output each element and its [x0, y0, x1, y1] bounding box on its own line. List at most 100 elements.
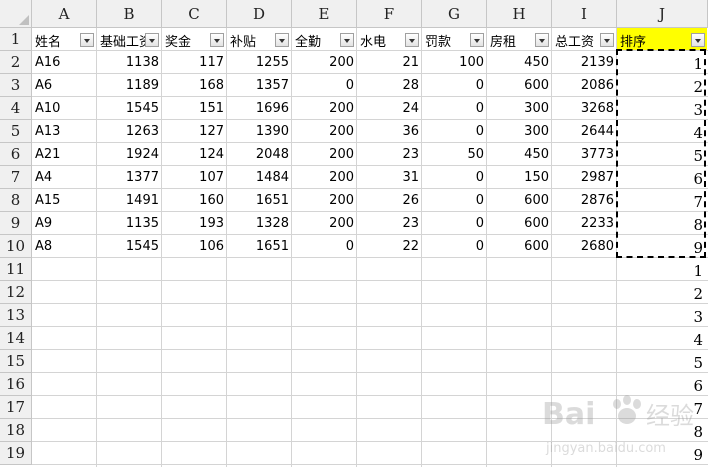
row-header-16[interactable]: 16: [0, 373, 32, 396]
row-header-11[interactable]: 11: [0, 258, 32, 281]
data-cell[interactable]: 22: [357, 235, 422, 257]
data-cell[interactable]: 151: [162, 97, 227, 119]
data-cell[interactable]: 2086: [552, 74, 617, 96]
data-cell[interactable]: 2233: [552, 212, 617, 234]
data-cell[interactable]: 100: [422, 51, 487, 73]
column-header-C[interactable]: C: [162, 0, 227, 28]
column-header-I[interactable]: I: [552, 0, 617, 28]
data-cell[interactable]: 0: [422, 235, 487, 257]
data-cell[interactable]: 3268: [552, 97, 617, 119]
sort-number-cell[interactable]: 1: [617, 258, 708, 280]
data-cell[interactable]: 5: [617, 143, 708, 165]
data-cell[interactable]: 0: [422, 189, 487, 211]
header-cell[interactable]: 奖金: [162, 28, 227, 50]
data-cell[interactable]: 1651: [227, 189, 292, 211]
data-cell[interactable]: 0: [422, 212, 487, 234]
row-header-19[interactable]: 19: [0, 442, 32, 465]
header-cell[interactable]: 房租: [487, 28, 552, 50]
data-cell[interactable]: 4: [617, 120, 708, 142]
row-header-18[interactable]: 18: [0, 419, 32, 442]
data-cell[interactable]: 1545: [97, 97, 162, 119]
data-cell[interactable]: 26: [357, 189, 422, 211]
data-cell[interactable]: 50: [422, 143, 487, 165]
data-cell[interactable]: 2987: [552, 166, 617, 188]
data-cell[interactable]: 2680: [552, 235, 617, 257]
data-cell[interactable]: 2644: [552, 120, 617, 142]
data-cell[interactable]: A16: [32, 51, 97, 73]
column-header-E[interactable]: E: [292, 0, 357, 28]
data-cell[interactable]: 600: [487, 212, 552, 234]
filter-dropdown-icon[interactable]: [600, 33, 614, 47]
data-cell[interactable]: A6: [32, 74, 97, 96]
data-cell[interactable]: 1390: [227, 120, 292, 142]
data-cell[interactable]: 600: [487, 74, 552, 96]
data-cell[interactable]: 0: [422, 74, 487, 96]
header-cell[interactable]: 总工资: [552, 28, 617, 50]
header-cell[interactable]: 排序: [617, 28, 708, 50]
data-cell[interactable]: A13: [32, 120, 97, 142]
row-header-9[interactable]: 9: [0, 212, 32, 235]
data-cell[interactable]: 9: [617, 235, 708, 257]
data-cell[interactable]: 31: [357, 166, 422, 188]
column-header-J[interactable]: J: [617, 0, 708, 28]
data-cell[interactable]: 1: [617, 51, 708, 73]
data-cell[interactable]: 450: [487, 51, 552, 73]
data-cell[interactable]: 450: [487, 143, 552, 165]
row-header-7[interactable]: 7: [0, 166, 32, 189]
data-cell[interactable]: 1924: [97, 143, 162, 165]
filter-dropdown-icon[interactable]: [405, 33, 419, 47]
row-header-8[interactable]: 8: [0, 189, 32, 212]
data-cell[interactable]: 193: [162, 212, 227, 234]
data-cell[interactable]: A15: [32, 189, 97, 211]
row-header-4[interactable]: 4: [0, 97, 32, 120]
data-cell[interactable]: 1255: [227, 51, 292, 73]
data-cell[interactable]: 3773: [552, 143, 617, 165]
data-cell[interactable]: A10: [32, 97, 97, 119]
data-cell[interactable]: 0: [422, 97, 487, 119]
data-cell[interactable]: 200: [292, 51, 357, 73]
row-header-5[interactable]: 5: [0, 120, 32, 143]
filter-dropdown-icon[interactable]: [340, 33, 354, 47]
data-cell[interactable]: 36: [357, 120, 422, 142]
data-cell[interactable]: 107: [162, 166, 227, 188]
data-cell[interactable]: 3: [617, 97, 708, 119]
data-cell[interactable]: 0: [422, 120, 487, 142]
data-cell[interactable]: A4: [32, 166, 97, 188]
header-cell[interactable]: 水电: [357, 28, 422, 50]
data-cell[interactable]: 124: [162, 143, 227, 165]
data-cell[interactable]: 200: [292, 143, 357, 165]
data-cell[interactable]: A21: [32, 143, 97, 165]
data-cell[interactable]: 1545: [97, 235, 162, 257]
data-cell[interactable]: 106: [162, 235, 227, 257]
header-cell[interactable]: 基础工资: [97, 28, 162, 50]
data-cell[interactable]: 8: [617, 212, 708, 234]
header-cell[interactable]: 全勤: [292, 28, 357, 50]
data-cell[interactable]: 117: [162, 51, 227, 73]
data-cell[interactable]: 1484: [227, 166, 292, 188]
data-cell[interactable]: 200: [292, 212, 357, 234]
data-cell[interactable]: 200: [292, 189, 357, 211]
row-header-14[interactable]: 14: [0, 327, 32, 350]
row-header-12[interactable]: 12: [0, 281, 32, 304]
row-header-17[interactable]: 17: [0, 396, 32, 419]
data-cell[interactable]: A9: [32, 212, 97, 234]
data-cell[interactable]: 200: [292, 120, 357, 142]
data-cell[interactable]: 24: [357, 97, 422, 119]
data-cell[interactable]: 1328: [227, 212, 292, 234]
data-cell[interactable]: 600: [487, 189, 552, 211]
data-cell[interactable]: 0: [422, 166, 487, 188]
row-header-15[interactable]: 15: [0, 350, 32, 373]
data-cell[interactable]: 2139: [552, 51, 617, 73]
row-header-2[interactable]: 2: [0, 51, 32, 74]
data-cell[interactable]: 6: [617, 166, 708, 188]
data-cell[interactable]: 7: [617, 189, 708, 211]
data-cell[interactable]: 1135: [97, 212, 162, 234]
data-cell[interactable]: 200: [292, 97, 357, 119]
row-header-6[interactable]: 6: [0, 143, 32, 166]
data-cell[interactable]: 1696: [227, 97, 292, 119]
filter-dropdown-icon[interactable]: [210, 33, 224, 47]
data-cell[interactable]: 200: [292, 166, 357, 188]
filter-dropdown-icon[interactable]: [145, 33, 159, 47]
column-header-G[interactable]: G: [422, 0, 487, 28]
filter-dropdown-icon[interactable]: [691, 33, 705, 47]
